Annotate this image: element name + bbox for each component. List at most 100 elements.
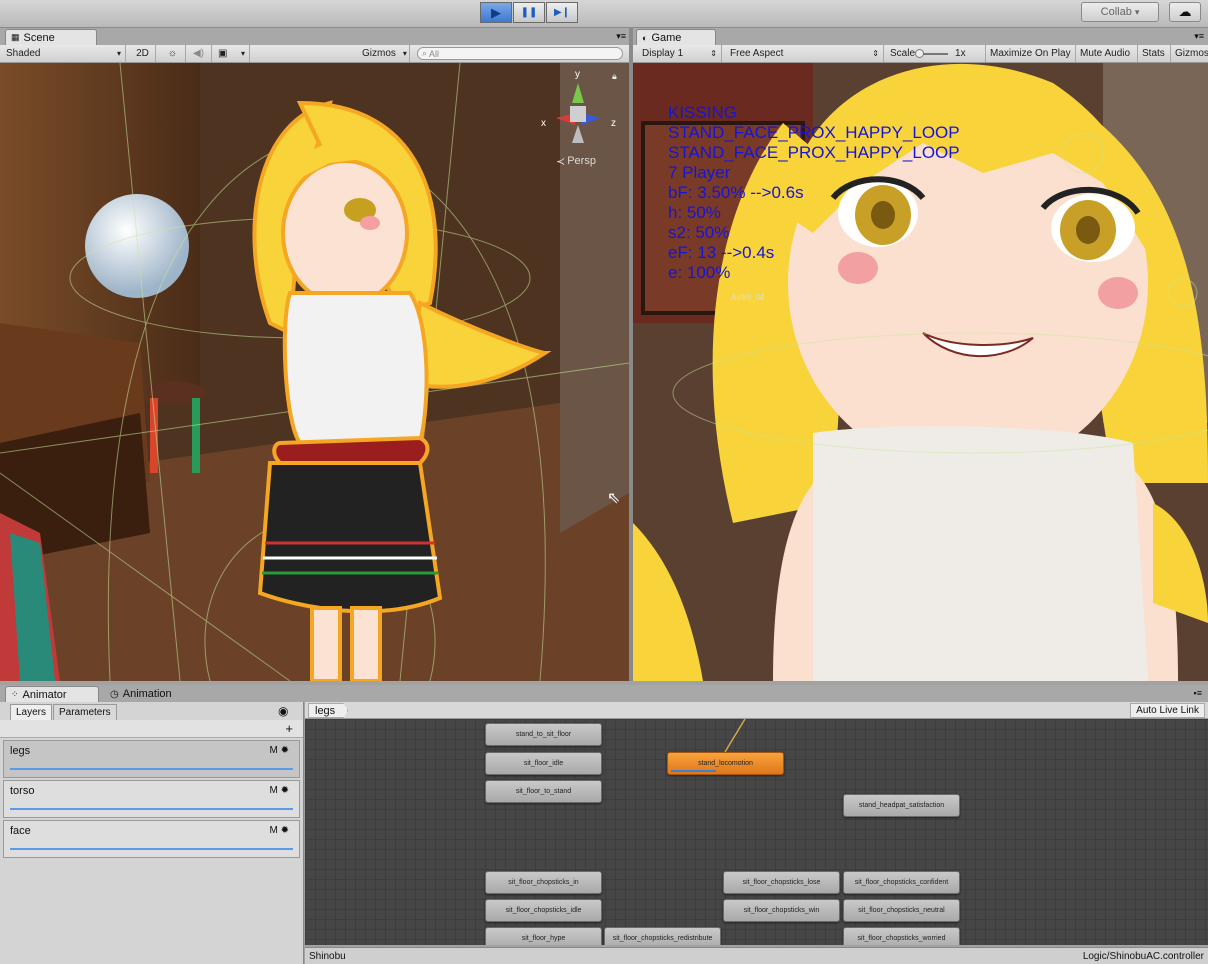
tab-scene[interactable]: ▦ Scene <box>5 29 97 45</box>
scene-view-toolbar: Shaded 2D ☼ ◀) ▣ Gizmos ⌕All <box>0 45 630 63</box>
scene-viewport[interactable]: y x z 🔒︎ ≺ Persp ⇖ <box>0 63 629 681</box>
state-node[interactable]: sit_floor_chopsticks_worried <box>843 927 960 945</box>
status-object-name: Shinobu <box>309 950 346 962</box>
breadcrumb[interactable]: legs <box>308 703 349 718</box>
play-button[interactable]: ▶ <box>480 2 512 23</box>
layer-m-label: M <box>269 745 278 756</box>
state-label: sit_floor_chopsticks_idle <box>505 907 582 914</box>
tab-game[interactable]: ◐ Game <box>636 29 716 45</box>
game-viewport[interactable]: Asl89_04 KISSING STAND_FACE_PROX_HAPPY_LO… <box>633 63 1208 681</box>
scene-search-input[interactable]: ⌕ All <box>417 47 623 60</box>
panel-splitter[interactable] <box>629 28 633 681</box>
persp-toggle[interactable]: ≺ Persp <box>556 155 596 168</box>
layer-item-torso[interactable]: torso M ✹ <box>3 780 300 818</box>
search-icon: ⌕ <box>422 48 428 58</box>
state-label: sit_floor_chopsticks_in <box>508 879 579 886</box>
state-node[interactable]: stand_headpat_satisfaction <box>843 794 960 817</box>
parameters-tab-button[interactable]: Parameters <box>53 704 117 721</box>
game-gizmos-dropdown[interactable]: Gizmos <box>1171 45 1208 62</box>
panel-menu-icon[interactable]: ▾≡ <box>1194 31 1204 42</box>
state-node[interactable]: sit_floor_to_stand <box>485 780 602 803</box>
game-tab-label: Game <box>651 31 682 44</box>
state-graph[interactable]: stand_to_sit_floor sit_floor_idle sit_fl… <box>305 719 1208 945</box>
game-tab-icon: ◐ <box>642 32 648 43</box>
state-node[interactable]: sit_floor_chopsticks_neutral <box>843 899 960 922</box>
overlay-line: bF: 3.50% -->0.6s <box>668 183 804 202</box>
layer-name: torso <box>10 785 35 797</box>
lock-icon[interactable]: 🔒︎ <box>612 71 617 82</box>
scale-thumb[interactable] <box>915 48 925 58</box>
scale-track[interactable] <box>915 48 949 58</box>
stats-toggle[interactable]: Stats <box>1138 45 1171 62</box>
gizmo-y-label: y <box>575 69 580 80</box>
layer-item-face[interactable]: face M ✹ <box>3 820 300 858</box>
add-layer-button[interactable]: + <box>285 721 293 736</box>
layer-mask-toggle[interactable]: M ✹ <box>269 745 289 756</box>
search-placeholder: All <box>429 48 440 59</box>
animator-tabbar: ⁘ Animator ◷ Animation ▪≡ <box>0 685 1208 702</box>
main-toolbar: ▶ ❚❚ ▶❙ Collab ▾ ☁ <box>0 0 1208 28</box>
mute-audio-toggle[interactable]: Mute Audio <box>1076 45 1138 62</box>
state-label: sit_floor_hype <box>521 935 566 942</box>
lock-icon[interactable]: ▪≡ <box>1194 688 1202 698</box>
animator-tab-icon: ⁘ <box>11 689 19 699</box>
layer-item-legs[interactable]: legs M ✹ <box>3 740 300 778</box>
state-label: sit_floor_chopsticks_confident <box>854 879 949 886</box>
gizmos-dropdown[interactable]: Gizmos <box>358 45 410 62</box>
panel-menu-icon[interactable]: ▾≡ <box>616 31 626 42</box>
state-node[interactable]: sit_floor_chopsticks_confident <box>843 871 960 894</box>
collab-button[interactable]: Collab ▾ <box>1081 2 1159 22</box>
auto-live-link-toggle[interactable]: Auto Live Link <box>1130 703 1205 718</box>
overlay-line: KISSING <box>668 103 737 122</box>
image-icon: ▣ <box>218 48 228 59</box>
state-label: sit_floor_chopsticks_lose <box>742 879 821 886</box>
state-label: stand_headpat_satisfaction <box>858 802 945 809</box>
tab-animator[interactable]: ⁘ Animator <box>5 686 99 702</box>
step-button[interactable]: ▶❙ <box>546 2 578 23</box>
scene-tabbar: ▦ Scene ▾≡ <box>0 28 630 45</box>
game-gizmos-label: Gizmos <box>1175 48 1208 59</box>
mouse-cursor-icon: ⇖ <box>607 490 621 507</box>
layer-mask-toggle[interactable]: M ✹ <box>269 825 289 836</box>
shading-mode-label: Shaded <box>6 48 41 59</box>
aspect-dropdown[interactable]: Free Aspect <box>726 45 884 62</box>
layer-weight-bar <box>10 848 293 850</box>
state-node[interactable]: sit_floor_hype <box>485 927 602 945</box>
state-node[interactable]: stand_to_sit_floor <box>485 723 602 746</box>
state-node[interactable]: sit_floor_chopsticks_idle <box>485 899 602 922</box>
layers-header: + <box>0 720 303 738</box>
state-node[interactable]: sit_floor_idle <box>485 752 602 775</box>
2d-toggle[interactable]: 2D <box>130 45 156 62</box>
tab-animation[interactable]: ◷ Animation <box>105 686 191 702</box>
maximize-on-play-toggle[interactable]: Maximize On Play <box>986 45 1076 62</box>
layer-m-label: M <box>269 785 278 796</box>
cloud-button[interactable]: ☁ <box>1169 2 1201 22</box>
layer-weight-bar <box>10 768 293 770</box>
gizmos-label: Gizmos <box>362 48 396 59</box>
state-node-active[interactable]: stand_locomotion <box>667 752 784 775</box>
display-dropdown[interactable]: Display 1 <box>638 45 722 62</box>
eye-icon[interactable]: ◉ <box>278 704 288 718</box>
clock-icon: ◷ <box>110 688 119 700</box>
layers-tab-button[interactable]: Layers <box>10 704 53 721</box>
audio-toggle[interactable]: ◀) <box>186 45 212 62</box>
gear-icon[interactable]: ✹ <box>281 745 289 756</box>
shading-mode-dropdown[interactable]: Shaded <box>2 45 126 62</box>
effects-dropdown[interactable]: ▣ <box>214 45 250 62</box>
scene-tab-label: Scene <box>23 31 55 44</box>
state-node[interactable]: sit_floor_chopsticks_redistribute <box>604 927 721 945</box>
persp-label: Persp <box>567 155 596 167</box>
state-node[interactable]: sit_floor_chopsticks_in <box>485 871 602 894</box>
animator-tab-label: Animator <box>22 688 67 701</box>
pause-button[interactable]: ❚❚ <box>513 2 545 23</box>
lighting-toggle[interactable]: ☼ <box>160 45 186 62</box>
chevron-down-icon: ▾ <box>1134 6 1140 17</box>
gizmo-z-label: z <box>611 118 616 129</box>
state-node[interactable]: sit_floor_chopsticks_win <box>723 899 840 922</box>
gear-icon[interactable]: ✹ <box>281 785 289 796</box>
gear-icon[interactable]: ✹ <box>281 825 289 836</box>
cloud-icon: ☁ <box>1178 4 1192 19</box>
state-node[interactable]: sit_floor_chopsticks_lose <box>723 871 840 894</box>
layer-mask-toggle[interactable]: M ✹ <box>269 785 289 796</box>
scale-slider[interactable]: Scale 1x <box>886 45 986 62</box>
